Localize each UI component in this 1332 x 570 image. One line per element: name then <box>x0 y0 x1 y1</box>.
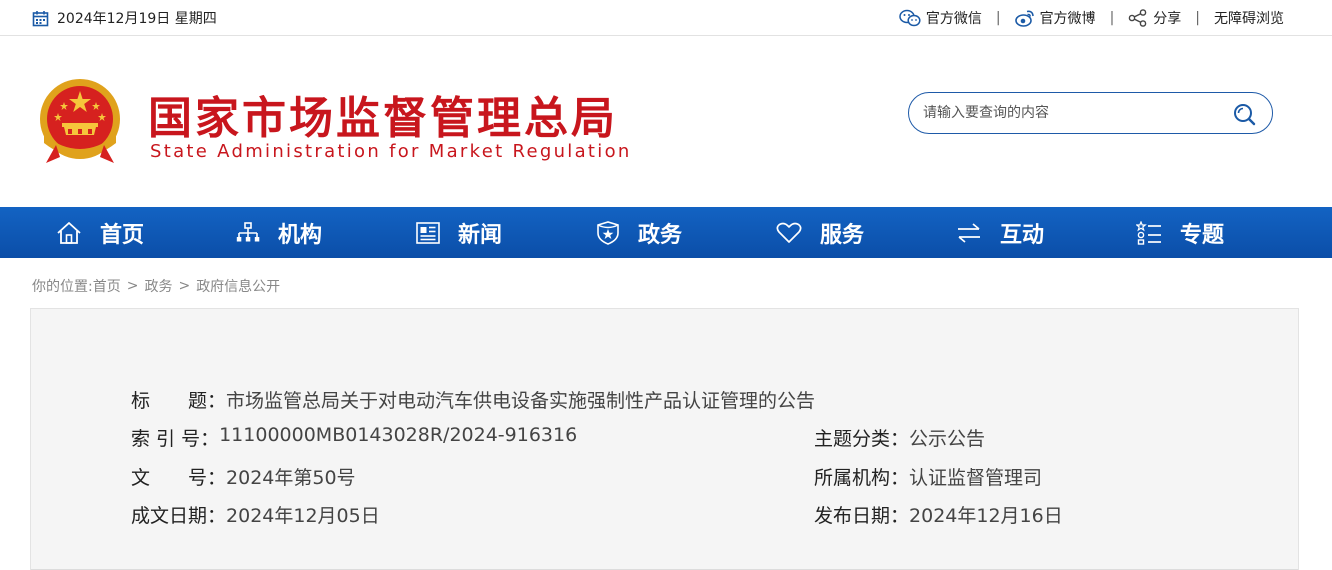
document-title: 市场监管总局关于对电动汽车供电设备实施强制性产品认证管理的公告 <box>226 390 816 412</box>
breadcrumb-home[interactable]: 首页 <box>93 276 121 296</box>
nav-label: 新闻 <box>458 222 503 248</box>
main-nav: 首页 机构 新闻 政务 服务 互动 专题 <box>0 207 1332 258</box>
published-row: 发布日期： 2024年12月16日 <box>814 501 1063 528</box>
nav-label: 服务 <box>820 222 865 248</box>
breadcrumb-info-disclosure[interactable]: 政府信息公开 <box>196 276 280 296</box>
nav-item-interaction[interactable]: 互动 <box>956 207 1044 258</box>
current-date: 2024年12月19日 星期四 <box>32 8 217 28</box>
site-header: 国家市场监督管理总局 State Administration for Mark… <box>0 37 1332 207</box>
nav-item-service[interactable]: 服务 <box>776 207 864 258</box>
weibo-icon <box>1014 10 1034 27</box>
breadcrumb-arrow: > <box>126 278 139 294</box>
index-row: 索 引 号： 11100000MB0143028R/2024-916316 <box>131 424 577 451</box>
breadcrumb: 你的位置: 首页 > 政务 > 政府信息公开 <box>32 276 280 296</box>
search-icon[interactable] <box>1232 102 1256 126</box>
top-bar: 2024年12月19日 星期四 官方微信 | 官方微博 | 分享 | 无障碍浏览 <box>0 0 1332 36</box>
topic-list-icon <box>1136 220 1161 245</box>
nav-label: 政务 <box>638 222 683 248</box>
share-icon <box>1128 9 1147 27</box>
nav-label: 专题 <box>1180 222 1225 248</box>
breadcrumb-government[interactable]: 政务 <box>144 276 172 296</box>
heart-icon <box>776 222 802 243</box>
date-text: 2024年12月19日 星期四 <box>57 11 217 27</box>
document-number: 2024年第50号 <box>226 467 356 489</box>
site-title-cn: 国家市场监督管理总局 <box>148 93 618 144</box>
accessibility-label: 无障碍浏览 <box>1214 11 1284 27</box>
index-label: 索 引 号： <box>131 428 220 450</box>
nav-item-org[interactable]: 机构 <box>236 207 322 258</box>
document-info-panel: 标 题： 市场监管总局关于对电动汽车供电设备实施强制性产品认证管理的公告 索 引… <box>30 308 1299 570</box>
org-row: 所属机构： 认证监督管理司 <box>814 463 1042 490</box>
breadcrumb-arrow: > <box>178 278 191 294</box>
share-label: 分享 <box>1153 11 1182 27</box>
title-row: 标 题： 市场监管总局关于对电动汽车供电设备实施强制性产品认证管理的公告 <box>131 386 815 413</box>
nav-label: 互动 <box>1000 222 1045 248</box>
share-link[interactable]: 分享 <box>1128 8 1181 28</box>
org-value: 认证监督管理司 <box>909 467 1043 489</box>
nav-item-news[interactable]: 新闻 <box>416 207 502 258</box>
docno-label: 文 号： <box>131 467 227 489</box>
news-icon <box>416 221 440 244</box>
calendar-icon <box>32 10 49 26</box>
exchange-icon <box>958 222 980 243</box>
created-row: 成文日期： 2024年12月05日 <box>131 501 380 528</box>
title-label: 标 题： <box>131 390 227 412</box>
top-links: 官方微信 | 官方微博 | 分享 | 无障碍浏览 <box>899 8 1284 28</box>
topic-row: 主题分类： 公示公告 <box>814 424 985 451</box>
index-number: 11100000MB0143028R/2024-916316 <box>219 424 578 446</box>
separator: | <box>1109 10 1115 26</box>
created-label: 成文日期： <box>131 505 227 527</box>
nav-item-topics[interactable]: 专题 <box>1136 207 1224 258</box>
nav-label: 首页 <box>100 222 145 248</box>
weibo-link[interactable]: 官方微博 <box>1014 8 1096 28</box>
wechat-link[interactable]: 官方微信 <box>899 8 982 28</box>
created-date: 2024年12月05日 <box>226 505 380 527</box>
national-emblem-logo[interactable] <box>34 75 126 169</box>
search-input[interactable] <box>923 102 1223 124</box>
home-icon <box>57 221 81 244</box>
docno-row: 文 号： 2024年第50号 <box>131 463 356 490</box>
separator: | <box>995 10 1001 26</box>
published-date: 2024年12月16日 <box>909 505 1063 527</box>
topic-label: 主题分类： <box>814 428 910 450</box>
search-box <box>908 92 1273 134</box>
nav-item-home[interactable]: 首页 <box>56 207 144 258</box>
breadcrumb-prefix: 你的位置: <box>32 279 93 295</box>
site-title-en: State Administration for Market Regulati… <box>150 141 632 162</box>
org-chart-icon <box>236 221 260 241</box>
shield-icon <box>597 220 619 245</box>
topic-value: 公示公告 <box>909 428 986 450</box>
org-label: 所属机构： <box>814 467 910 489</box>
published-label: 发布日期： <box>814 505 910 527</box>
wechat-icon <box>899 9 921 27</box>
wechat-label: 官方微信 <box>925 11 982 27</box>
weibo-label: 官方微博 <box>1039 11 1096 27</box>
nav-label: 机构 <box>278 222 323 248</box>
nav-item-government[interactable]: 政务 <box>596 207 682 258</box>
separator: | <box>1195 10 1200 26</box>
accessibility-link[interactable]: 无障碍浏览 <box>1214 8 1284 28</box>
